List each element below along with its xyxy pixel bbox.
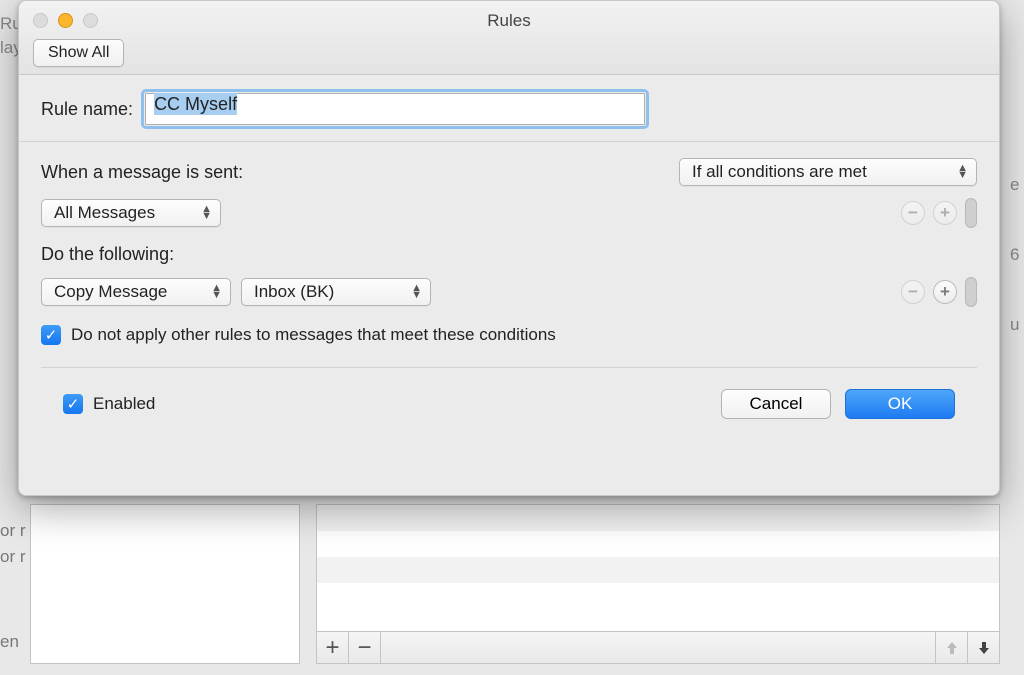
divider [19,141,999,142]
when-sent-label: When a message is sent: [41,162,243,183]
stepper-arrows-icon: ▲▼ [411,285,422,299]
arrow-down-icon [976,640,992,656]
rule-name-label: Rule name: [41,99,133,120]
condition-match-value: If all conditions are met [692,162,867,182]
stepper-arrows-icon: ▲▼ [211,285,222,299]
rules-dialog: Rules Show All Rule name: CC Myself When… [18,0,1000,496]
condition-select[interactable]: All Messages ▲▼ [41,199,221,227]
action-target-select[interactable]: Inbox (BK) ▲▼ [241,278,431,306]
background-panels: + − [30,504,1000,664]
add-condition-button[interactable]: + [933,201,957,225]
background-list [317,505,999,631]
background-below-text: or r or r en [0,518,26,655]
ok-button[interactable]: OK [845,389,955,419]
move-down-button[interactable] [967,632,999,664]
remove-action-button[interactable]: − [901,280,925,304]
dialog-content: Rule name: CC Myself When a message is s… [19,75,999,495]
window-title: Rules [19,11,999,31]
add-action-button[interactable]: + [933,280,957,304]
stepper-arrows-icon: ▲▼ [201,206,212,220]
background-footer: + − [317,631,999,663]
condition-match-select[interactable]: If all conditions are met ▲▼ [679,158,977,186]
do-not-apply-label: Do not apply other rules to messages tha… [71,325,556,345]
enabled-checkbox[interactable]: ✓ [63,394,83,414]
arrow-up-icon [944,640,960,656]
do-not-apply-checkbox[interactable]: ✓ [41,325,61,345]
remove-button[interactable]: − [349,632,381,664]
background-right-text: e 6 u [1010,150,1024,360]
drag-handle[interactable] [965,277,977,307]
action-select[interactable]: Copy Message ▲▼ [41,278,231,306]
stepper-arrows-icon: ▲▼ [957,165,968,179]
action-target-value: Inbox (BK) [254,282,334,302]
add-button[interactable]: + [317,632,349,664]
show-all-button[interactable]: Show All [33,39,124,67]
action-value: Copy Message [54,282,167,302]
move-up-button[interactable] [935,632,967,664]
background-right-panel: + − [316,504,1000,664]
drag-handle[interactable] [965,198,977,228]
titlebar: Rules Show All [19,1,999,75]
remove-condition-button[interactable]: − [901,201,925,225]
do-following-label: Do the following: [41,244,977,265]
background-left-panel [30,504,300,664]
rule-name-input[interactable]: CC Myself [145,93,645,125]
cancel-button[interactable]: Cancel [721,389,831,419]
enabled-label: Enabled [93,394,155,414]
condition-value: All Messages [54,203,155,223]
